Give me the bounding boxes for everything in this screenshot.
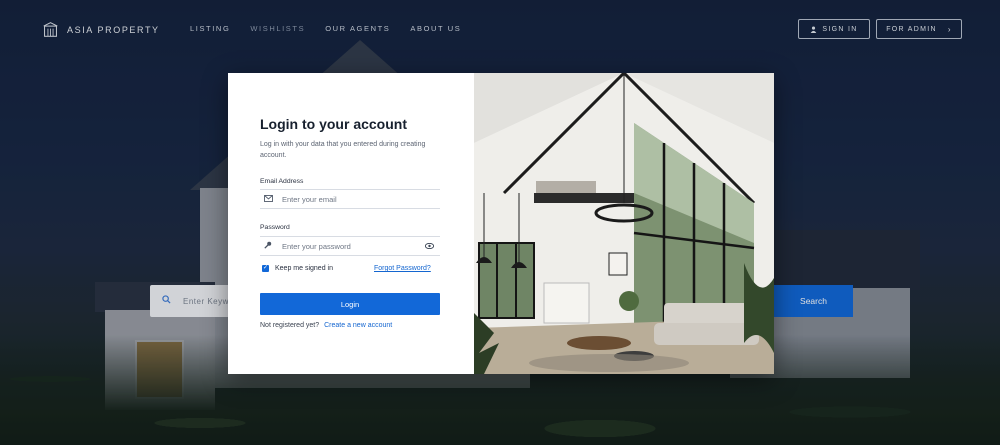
create-account-link[interactable]: Create a new account <box>324 322 392 329</box>
login-button[interactable]: Login <box>260 293 440 315</box>
interior-photo <box>474 73 774 374</box>
login-title: Login to your account <box>260 116 407 132</box>
email-input[interactable] <box>282 194 412 204</box>
keep-signed-in[interactable]: ✓ Keep me signed in <box>262 265 333 272</box>
login-modal: Login to your account Log in with your d… <box>228 73 774 374</box>
eye-icon[interactable] <box>424 242 435 251</box>
interior-illustration <box>474 73 774 374</box>
keep-signed-in-label: Keep me signed in <box>275 265 333 272</box>
password-input[interactable] <box>282 241 412 251</box>
email-field[interactable] <box>260 189 440 209</box>
keep-signed-in-checkbox[interactable]: ✓ <box>262 265 269 272</box>
password-label: Password <box>260 224 290 231</box>
password-field[interactable] <box>260 236 440 256</box>
login-form: Login to your account Log in with your d… <box>228 73 474 374</box>
forgot-password-link[interactable]: Forgot Password? <box>374 265 431 272</box>
mail-icon <box>264 194 278 204</box>
register-prompt: Not registered yet? Create a new account <box>260 322 392 329</box>
login-subtitle: Log in with your data that you entered d… <box>260 141 426 159</box>
key-icon <box>264 241 278 251</box>
email-label: Email Address <box>260 178 304 185</box>
register-prompt-text: Not registered yet? <box>260 322 320 329</box>
